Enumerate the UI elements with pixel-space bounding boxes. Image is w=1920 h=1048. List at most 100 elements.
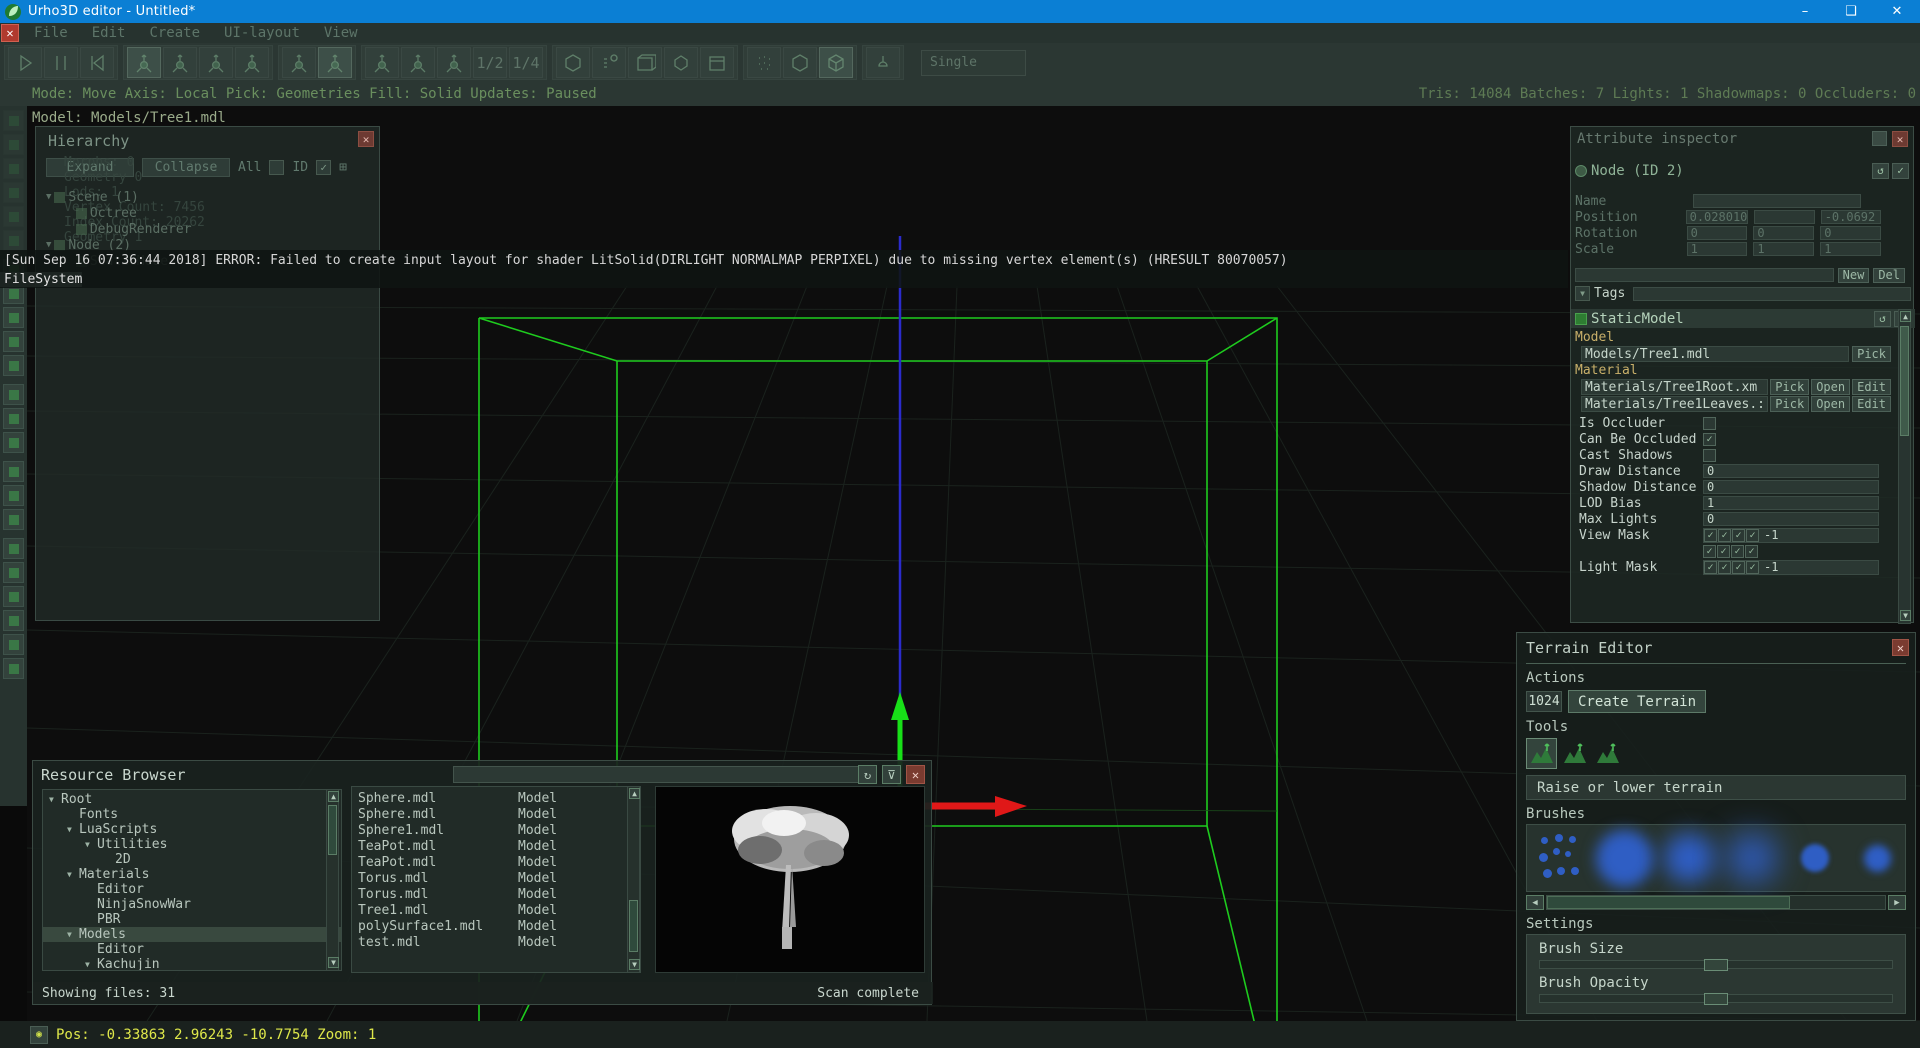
folder-tree-item[interactable]: ▼ Materials: [43, 867, 341, 882]
slider-track[interactable]: [1539, 993, 1893, 1005]
setting-slider[interactable]: Brush Opacity: [1527, 975, 1905, 1009]
resource-file-list[interactable]: Sphere.mdl Model Sphere.mdl Model Sphere1.md…: [351, 786, 641, 973]
expander-icon[interactable]: [85, 945, 97, 954]
attribute-number-field[interactable]: 1: [1703, 496, 1879, 510]
refresh-icon[interactable]: ↻: [858, 765, 877, 784]
expander-icon[interactable]: ▼: [46, 192, 51, 202]
vector-component-field[interactable]: 1: [1686, 242, 1748, 256]
mask-bit-checkbox[interactable]: ✓: [1718, 560, 1731, 574]
pick-zones-button[interactable]: [628, 47, 662, 78]
attribute-row[interactable]: Draw Distance 0: [1575, 463, 1891, 479]
pick-lights-button[interactable]: [592, 47, 626, 78]
reset-icon[interactable]: ↺: [1872, 162, 1889, 179]
node-section-header[interactable]: Node (ID 2) ↺ ✓: [1571, 161, 1913, 180]
medium-softer-brush[interactable]: [1724, 829, 1779, 887]
mask-bit-checkbox[interactable]: ✓: [1732, 528, 1745, 542]
scale-mode-button[interactable]: [199, 47, 233, 78]
tags-field[interactable]: [1633, 286, 1911, 301]
console-input-line[interactable]: FileSystem: [0, 272, 83, 287]
expander-icon[interactable]: [85, 900, 97, 909]
scroll-down-icon[interactable]: ▼: [328, 957, 339, 968]
menu-item-create[interactable]: Create: [137, 25, 212, 41]
slider-knob[interactable]: [1704, 959, 1728, 971]
folder-tree-item[interactable]: Editor: [43, 942, 341, 957]
revert-button[interactable]: [80, 47, 114, 78]
expander-icon[interactable]: [62, 208, 73, 218]
particle-tool-button[interactable]: [3, 134, 24, 155]
file-list-item[interactable]: TeaPot.mdl Model: [352, 855, 640, 871]
terrain-editor-window[interactable]: Terrain Editor ✕ Actions 1024 Create Ter…: [1516, 632, 1916, 1021]
menu-item-ui-layout[interactable]: UI-layout: [212, 25, 312, 41]
tree-scroll-thumb[interactable]: [328, 805, 337, 855]
attribute-row[interactable]: Scale 1 1 1: [1571, 241, 1887, 257]
expander-icon[interactable]: ▼: [85, 840, 97, 849]
file-list-item[interactable]: test.mdl Model: [352, 935, 640, 951]
mask-bit-checkbox[interactable]: ✓: [1704, 560, 1717, 574]
expander-icon[interactable]: [85, 885, 97, 894]
folder-tree-item[interactable]: ▼ LuaScripts: [43, 822, 341, 837]
menu-item-edit[interactable]: Edit: [80, 25, 138, 41]
fill-solid-button[interactable]: [819, 47, 853, 78]
hierarchy-node[interactable]: ▼ Scene (1): [46, 189, 371, 205]
vector-component-field[interactable]: 0: [1686, 226, 1748, 240]
material-open-button[interactable]: Open: [1811, 396, 1851, 412]
minimize-button[interactable]: –: [1782, 0, 1828, 23]
scroll-up-icon[interactable]: ▲: [1900, 311, 1911, 322]
large-soft-brush[interactable]: [1596, 829, 1653, 887]
node-attributes[interactable]: Name Position 0.028010 -0.0692 Rotation 0 0 0 Sc…: [1571, 193, 1887, 257]
physics-tool-button[interactable]: [3, 538, 24, 559]
file-list-item[interactable]: Torus.mdl Model: [352, 871, 640, 887]
select-mode-button[interactable]: [235, 47, 269, 78]
all-checkbox[interactable]: [269, 160, 285, 175]
pick-geometries-button[interactable]: [556, 47, 590, 78]
attribute-mask-field[interactable]: ✓ ✓ ✓ ✓ -1: [1703, 559, 1879, 575]
mask-bit-checkbox[interactable]: ✓: [1717, 544, 1730, 558]
check-icon[interactable]: ✓: [1892, 162, 1909, 179]
close-button[interactable]: ✕: [1874, 0, 1920, 23]
attribute-mask-field[interactable]: ✓ ✓ ✓ ✓ -1: [1703, 527, 1879, 543]
link-tool-button[interactable]: [3, 634, 24, 655]
scroll-up-icon[interactable]: ▲: [629, 788, 640, 799]
mask-bit-checkbox[interactable]: ✓: [1732, 560, 1745, 574]
script-tool-button[interactable]: [3, 562, 24, 583]
model-field[interactable]: Models/Tree1.mdl: [1581, 346, 1850, 362]
delete-attribute-button[interactable]: Del: [1873, 267, 1905, 283]
attribute-checkbox[interactable]: [1703, 448, 1716, 462]
attribute-row[interactable]: Name: [1571, 193, 1887, 209]
attribute-row[interactable]: Cast Shadows: [1575, 447, 1891, 463]
brush-scroll-right-icon[interactable]: ▶: [1888, 895, 1906, 910]
new-attribute-button[interactable]: New: [1837, 267, 1870, 283]
attribute-row[interactable]: Can Be Occluded ✓: [1575, 431, 1891, 447]
static-model-attributes[interactable]: Is Occluder Can Be Occluded ✓ Cast Shadows D…: [1575, 415, 1891, 575]
folder-tree-item[interactable]: Fonts: [43, 807, 341, 822]
vector-component-field[interactable]: 0: [1753, 226, 1815, 240]
filter-icon[interactable]: ⊽: [882, 765, 901, 784]
mask-bit-checkbox[interactable]: ✓: [1745, 544, 1758, 558]
material-pick-button[interactable]: Pick: [1770, 396, 1810, 412]
material-edit-button[interactable]: Edit: [1852, 396, 1891, 412]
viewport-layout-select[interactable]: Single: [921, 49, 1026, 76]
material-field[interactable]: Materials/Tree1Root.xm: [1581, 379, 1769, 395]
fill-point-button[interactable]: [747, 47, 781, 78]
paint-tool[interactable]: [1592, 738, 1623, 769]
brush-scrollbar[interactable]: ◀ ▶: [1526, 895, 1906, 910]
material-edit-button[interactable]: Edit: [1852, 379, 1891, 395]
vector-component-field[interactable]: 0: [1820, 226, 1881, 240]
expander-icon[interactable]: ▼: [46, 240, 51, 250]
crowd-tool-button[interactable]: [3, 610, 24, 631]
setting-slider[interactable]: Brush Size: [1527, 941, 1905, 975]
attribute-row[interactable]: View Mask ✓ ✓ ✓ ✓ -1: [1575, 527, 1891, 543]
static-model-button[interactable]: [3, 485, 24, 506]
attribute-row[interactable]: Max Lights 0: [1575, 511, 1891, 527]
billboard-tool-button[interactable]: [3, 206, 24, 227]
minimize-icon[interactable]: [1872, 131, 1887, 146]
search-input[interactable]: [453, 766, 863, 783]
close-icon[interactable]: ✕: [1, 24, 19, 42]
expander-icon[interactable]: ▼: [67, 825, 79, 834]
folder-tree-item[interactable]: ▼ Utilities: [43, 837, 341, 852]
box-tool-button[interactable]: [3, 182, 24, 203]
static-model-section-header[interactable]: StaticModel ↺ ✓: [1571, 309, 1915, 328]
resource-browser-close-icon[interactable]: ✕: [906, 765, 925, 784]
file-list-item[interactable]: polySurface1.mdl Model: [352, 919, 640, 935]
id-checkbox[interactable]: ✓: [316, 160, 332, 175]
